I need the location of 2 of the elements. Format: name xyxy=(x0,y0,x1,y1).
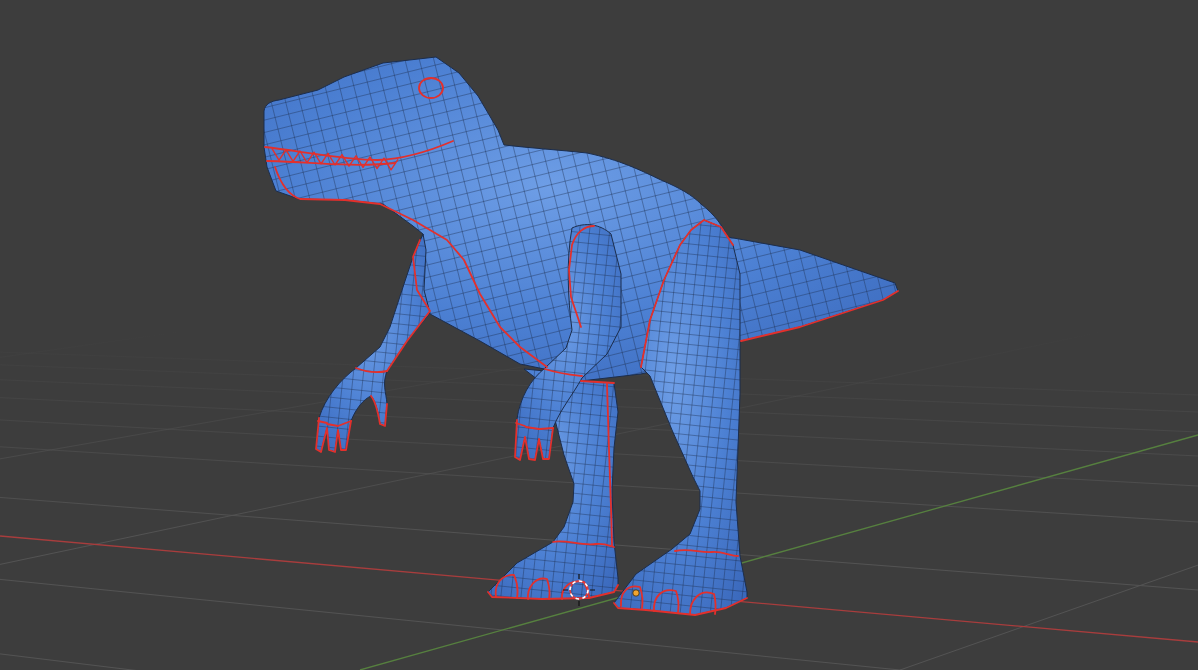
crosshair-icon xyxy=(562,573,596,607)
origin-point-icon xyxy=(632,589,640,597)
